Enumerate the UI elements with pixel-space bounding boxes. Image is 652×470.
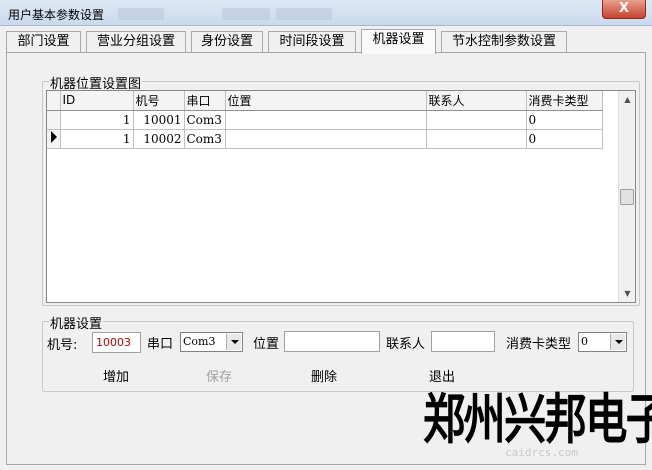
title-ghost-3 bbox=[276, 8, 332, 20]
card-type-label: 消费卡类型 bbox=[506, 337, 572, 352]
col-header-machine-no[interactable]: 机号 bbox=[133, 91, 185, 111]
cell-location[interactable] bbox=[225, 129, 427, 149]
table-row[interactable]: 1 10002 Com3 0 bbox=[47, 129, 603, 149]
close-icon: X bbox=[618, 1, 630, 16]
card-type-select[interactable]: 0 bbox=[578, 332, 627, 352]
cell-card-type[interactable]: 0 bbox=[526, 110, 603, 130]
tab-business-group[interactable]: 营业分组设置 bbox=[86, 31, 186, 53]
grid-vertical-scrollbar[interactable]: ▲ ▼ bbox=[618, 91, 635, 302]
current-row-arrow-icon bbox=[51, 131, 57, 143]
scroll-thumb[interactable] bbox=[620, 189, 634, 205]
watermark-logo: 郑州兴邦电子 bbox=[423, 388, 652, 451]
port-dropdown-button[interactable] bbox=[226, 334, 241, 350]
cell-id[interactable]: 1 bbox=[60, 110, 134, 130]
exit-button[interactable]: 退出 bbox=[429, 366, 455, 385]
watermark-site: caidrcs.com bbox=[505, 446, 578, 459]
chevron-down-icon bbox=[615, 340, 623, 344]
card-type-dropdown-button[interactable] bbox=[610, 334, 625, 350]
col-header-contact[interactable]: 联系人 bbox=[426, 91, 527, 111]
cell-card-type[interactable]: 0 bbox=[526, 129, 603, 149]
col-header-location[interactable]: 位置 bbox=[225, 91, 427, 111]
location-input[interactable] bbox=[284, 331, 380, 352]
machine-group-title: 机器设置 bbox=[49, 313, 104, 332]
machine-table: ID 机号 串口 位置 联系人 消费卡类型 1 10001 Com3 0 1 1… bbox=[47, 91, 603, 149]
col-header-port[interactable]: 串口 bbox=[184, 91, 226, 111]
table-row[interactable]: 1 10001 Com3 0 bbox=[47, 110, 603, 130]
tab-machine-settings[interactable]: 机器设置 bbox=[361, 29, 436, 54]
title-bar: 用户基本参数设置 X bbox=[0, 0, 652, 26]
window-title: 用户基本参数设置 bbox=[8, 8, 105, 22]
close-button[interactable]: X bbox=[602, 0, 646, 19]
row-header-corner bbox=[47, 91, 61, 111]
machine-no-label: 机号: bbox=[47, 338, 78, 353]
port-select[interactable]: Com3 bbox=[180, 332, 243, 352]
col-header-card-type[interactable]: 消费卡类型 bbox=[526, 91, 603, 111]
location-label: 位置 bbox=[253, 337, 280, 352]
cell-contact[interactable] bbox=[426, 129, 527, 149]
title-ghost-2 bbox=[222, 8, 270, 20]
cell-contact[interactable] bbox=[426, 110, 527, 130]
cell-machine-no[interactable]: 10002 bbox=[133, 129, 185, 149]
machine-grid[interactable]: ID 机号 串口 位置 联系人 消费卡类型 1 10001 Com3 0 1 1… bbox=[46, 90, 636, 303]
contact-label: 联系人 bbox=[386, 337, 426, 352]
contact-input[interactable] bbox=[431, 331, 495, 352]
row-selector[interactable] bbox=[47, 110, 61, 130]
add-button[interactable]: 增加 bbox=[103, 366, 129, 385]
row-selector-current[interactable] bbox=[47, 129, 61, 149]
machine-no-input[interactable]: 10003 bbox=[92, 332, 141, 353]
cell-location[interactable] bbox=[225, 110, 427, 130]
col-header-id[interactable]: ID bbox=[60, 91, 134, 111]
tab-identity[interactable]: 身份设置 bbox=[191, 31, 263, 53]
cell-port[interactable]: Com3 bbox=[184, 129, 226, 149]
delete-button[interactable]: 删除 bbox=[311, 366, 337, 385]
scroll-down-icon[interactable]: ▼ bbox=[619, 285, 636, 302]
tab-department[interactable]: 部门设置 bbox=[6, 31, 81, 53]
chevron-down-icon bbox=[231, 340, 239, 344]
scroll-up-icon[interactable]: ▲ bbox=[619, 91, 636, 108]
cell-port[interactable]: Com3 bbox=[184, 110, 226, 130]
table-header-row: ID 机号 串口 位置 联系人 消费卡类型 bbox=[47, 91, 603, 111]
save-button[interactable]: 保存 bbox=[206, 366, 232, 385]
cell-id[interactable]: 1 bbox=[60, 129, 134, 149]
title-ghost-1 bbox=[118, 8, 164, 20]
tab-water-saving[interactable]: 节水控制参数设置 bbox=[441, 31, 567, 53]
cell-machine-no[interactable]: 10001 bbox=[133, 110, 185, 130]
port-label: 串口 bbox=[147, 337, 174, 352]
tab-time-period[interactable]: 时间段设置 bbox=[268, 31, 356, 53]
